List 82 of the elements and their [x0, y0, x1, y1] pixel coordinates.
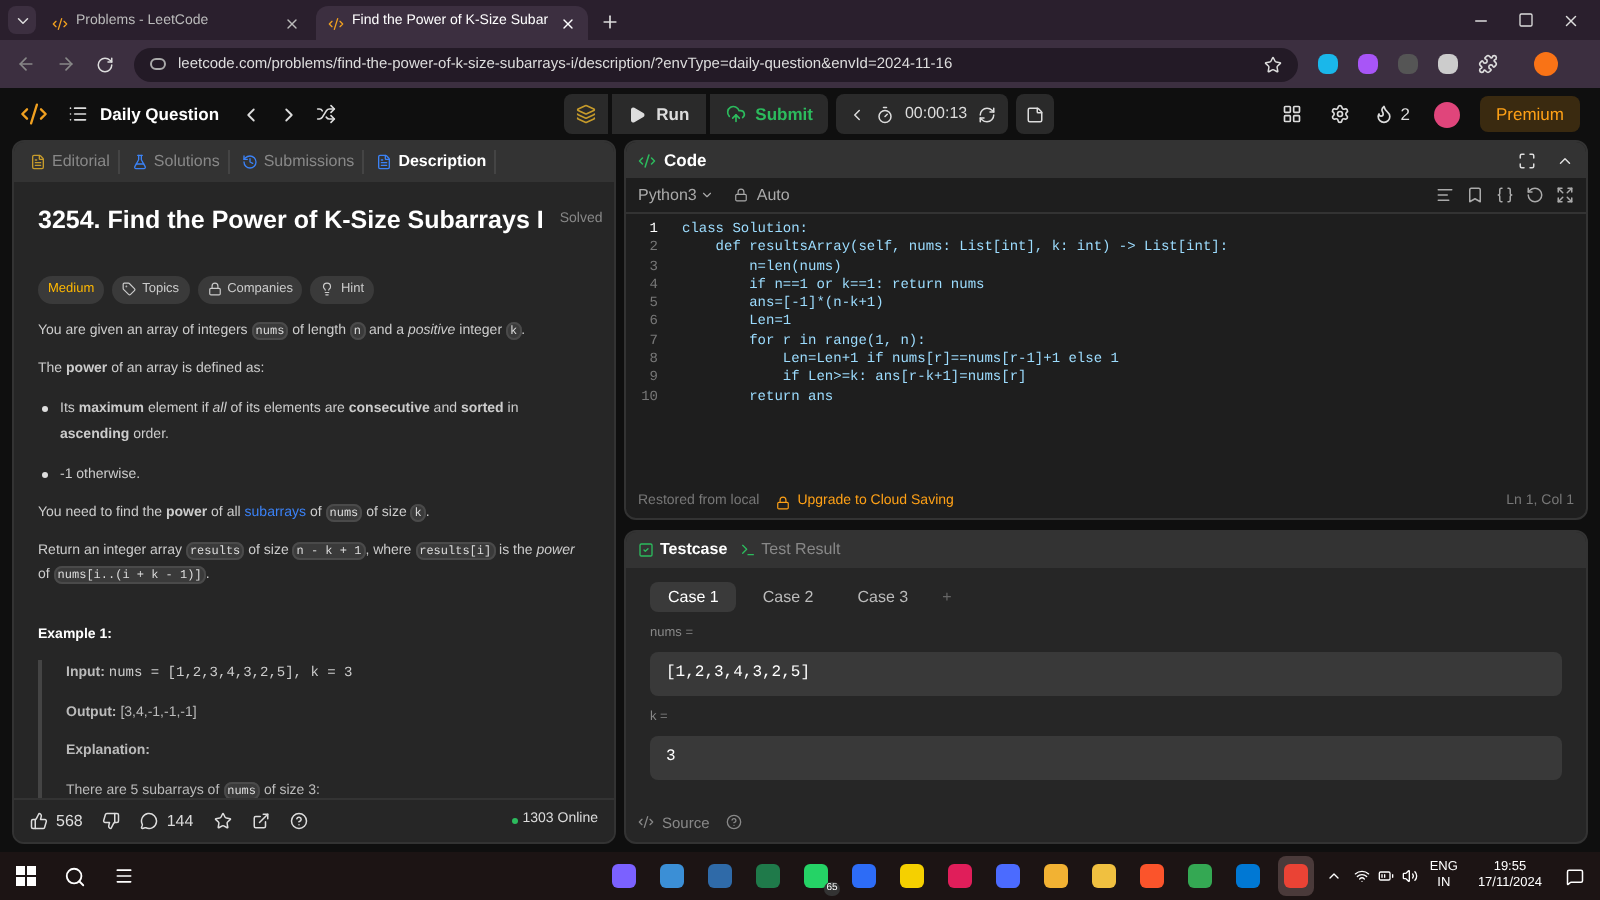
extensions-icon[interactable]: [1478, 54, 1498, 74]
tab-search-button[interactable]: [8, 6, 36, 34]
close-icon[interactable]: [1562, 12, 1580, 30]
comment-icon[interactable]: [140, 812, 159, 830]
case-tab[interactable]: Case 2: [744, 582, 832, 612]
site-info-icon[interactable]: [150, 58, 166, 70]
new-tab-icon[interactable]: [600, 12, 620, 32]
terminal-icon: [739, 542, 756, 558]
panel-tab[interactable]: Submissions: [233, 150, 365, 174]
dislike-icon[interactable]: [102, 812, 121, 830]
chevron-down-icon: [700, 188, 715, 202]
notes-button[interactable]: [1015, 94, 1054, 134]
tab-icon: [376, 154, 393, 170]
panel-title: Code: [664, 147, 707, 173]
submit-button[interactable]: Submit: [709, 94, 829, 134]
testcase-input[interactable]: 3: [650, 735, 1562, 779]
code-icon: [638, 151, 656, 169]
like-count: 568: [56, 809, 83, 833]
forward-icon[interactable]: [56, 54, 76, 74]
bookmark-star-icon[interactable]: [1264, 55, 1282, 73]
settings-icon[interactable]: [1330, 104, 1351, 124]
battery-icon: [1377, 868, 1394, 884]
panel-tab[interactable]: Description: [368, 150, 497, 174]
maximize-icon[interactable]: [1518, 151, 1536, 169]
panel-tab[interactable]: Testcase: [638, 538, 728, 562]
maximize-icon[interactable]: [1518, 12, 1534, 28]
profile-avatar[interactable]: [1534, 52, 1558, 76]
reset-icon[interactable]: [1526, 186, 1544, 204]
case-tab[interactable]: Case 3: [839, 582, 927, 612]
reload-icon[interactable]: [96, 55, 114, 73]
lock-icon: [775, 495, 790, 509]
panel-tab[interactable]: Test Result: [739, 538, 841, 562]
daily-question-title[interactable]: Daily Question: [100, 101, 220, 127]
chevron-up-icon[interactable]: [1325, 868, 1342, 884]
code-icon: [638, 814, 654, 831]
panel-tab[interactable]: Solutions: [123, 150, 230, 174]
tab-icon: [131, 154, 148, 170]
timer-icon: [876, 105, 895, 123]
run-button[interactable]: Run: [612, 94, 706, 134]
bookmark-icon[interactable]: [1466, 186, 1484, 204]
case-tab[interactable]: Case 1: [650, 582, 737, 612]
testcase-input[interactable]: [1,2,3,4,3,2,5]: [650, 651, 1562, 696]
format-icon[interactable]: [1436, 186, 1454, 204]
timer-text: 00:00:13: [904, 102, 968, 126]
panel-tab[interactable]: Editorial: [22, 150, 120, 174]
debug-button[interactable]: [564, 94, 609, 134]
back-icon[interactable]: [16, 54, 36, 74]
like-icon[interactable]: [30, 812, 48, 830]
premium-button[interactable]: Premium: [1479, 96, 1580, 132]
problem-title: 3254. Find the Power of K-Size Subarrays I: [38, 204, 544, 238]
note-icon: [1025, 105, 1044, 123]
close-icon[interactable]: [284, 15, 300, 31]
lightbulb-icon: [320, 282, 335, 297]
search-icon[interactable]: [64, 865, 86, 887]
mode-label: Auto: [756, 183, 790, 207]
profile-avatar[interactable]: [1433, 101, 1460, 127]
expand-icon[interactable]: [1556, 186, 1574, 204]
checkbox-icon: [638, 542, 654, 558]
streak-count: 2: [1400, 101, 1410, 127]
braces-icon[interactable]: [1496, 186, 1514, 204]
lock-icon: [207, 282, 222, 297]
flame-icon: [1374, 104, 1395, 124]
tab-icon: [30, 154, 46, 170]
wifi-icon: [1353, 868, 1370, 884]
reset-icon[interactable]: [977, 105, 996, 123]
tab-icon: [241, 154, 258, 170]
tag-icon: [122, 282, 137, 297]
layout-icon[interactable]: [1282, 104, 1303, 124]
notifications-icon[interactable]: [1566, 867, 1584, 885]
comment-count: 144: [166, 809, 194, 833]
share-icon[interactable]: [251, 812, 270, 830]
play-icon: [628, 105, 647, 123]
speaker-icon: [1401, 868, 1418, 884]
favorite-star-icon[interactable]: [213, 812, 232, 830]
layers-icon: [576, 104, 597, 124]
windows-start-icon[interactable]: [16, 866, 36, 886]
language-dropdown[interactable]: Python3: [638, 183, 715, 207]
task-view-icon[interactable]: [114, 866, 134, 886]
shuffle-icon[interactable]: [315, 104, 336, 124]
lock-icon: [734, 188, 749, 202]
problem-list-icon[interactable]: [68, 104, 88, 124]
cloud-upload-icon: [725, 104, 746, 124]
